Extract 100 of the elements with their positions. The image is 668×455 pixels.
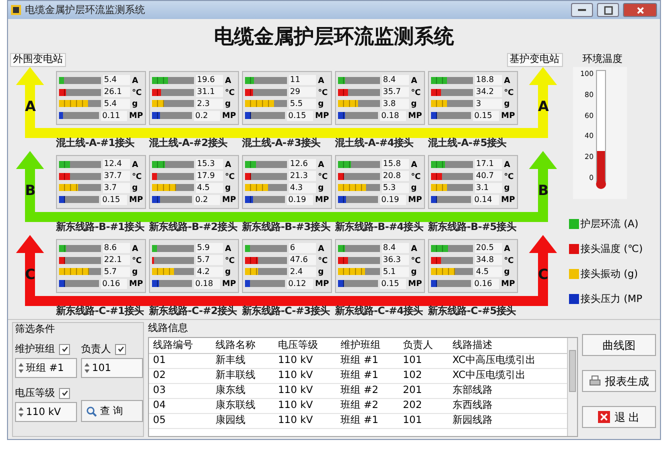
reading-unit: ℃ [225,88,235,97]
reading-unit: MP [501,195,515,204]
checkbox[interactable] [59,388,70,398]
joint-label: 新东线路-C-#1接头 [56,306,145,318]
reading-unit: g [318,183,324,192]
reading-unit: A [318,244,324,253]
reading-value: 22.1 [103,255,130,266]
table-cell: 110 kV [274,368,336,384]
phase-letter: C [538,267,548,283]
reading-value: 0.15 [380,278,406,289]
table-cell: 110 kV [274,384,336,398]
table-cell: 班组 #2 [336,384,399,398]
reading-value: 11 [289,75,316,86]
reading-unit: ℃ [411,256,421,265]
reading-value: 26.1 [103,87,130,98]
reading-unit: g [318,267,324,276]
reading-unit: A [411,76,418,85]
legend-label: 护层环流 (A) [580,218,638,231]
printer-icon [589,375,601,387]
action-button[interactable]: 报表生成 [582,370,656,392]
joint-label: 新东线路-B-#4接头 [335,222,424,234]
legend-label: 接头振动 (g) [580,268,638,281]
spinner-field[interactable]: 班组 #1 [15,358,77,378]
reading-value: 18.8 [475,75,502,86]
table-cell: 110 kV [274,414,336,428]
reading-value: 4.3 [289,182,316,193]
window-title: 电缆金属护层环流监测系统 [25,4,145,17]
reading-value: 0.12 [287,278,314,289]
reading-unit: A [225,76,232,85]
reading-unit: g [504,99,510,108]
minimize-icon [578,9,586,11]
action-button[interactable]: 曲线图 [582,334,656,356]
reading-value: 17.1 [475,159,502,170]
reading-unit: ℃ [225,172,235,181]
reading-unit: ℃ [318,256,328,265]
reading-unit: A [318,76,324,85]
reading-value: 0.18 [380,110,406,121]
reading-value: 5.7 [103,266,130,277]
reading-value: 5.4 [103,98,130,109]
reading-unit: A [318,160,324,169]
reading-value: 12.4 [103,159,130,170]
field-label: 电压等级 [15,386,55,400]
reading-value: 0.2 [194,110,220,121]
reading-unit: MP [222,279,236,288]
reading-value: 17.9 [196,171,223,182]
table-cell: 202 [398,398,448,414]
column-header: 线路编号 [149,338,212,354]
reading-value: 0.19 [287,194,314,205]
checkbox[interactable] [59,344,70,354]
reading-unit: ℃ [411,88,421,97]
joint-label: 新东线路-B-#5接头 [428,222,518,234]
reading-unit: MP [129,279,143,288]
reading-value: 29 [289,87,316,98]
joint-label: 新东线路-B-#3接头 [242,222,332,234]
app-title: 电缆金属护层环流监测系统 [214,22,454,50]
app-icon [11,5,21,15]
table-cell: 班组 #1 [336,354,399,368]
reading-value: 0.14 [473,194,500,205]
station-label: 外围变电站 [10,53,66,67]
table-cell: 班组 #1 [336,414,399,428]
panel-title: 线路信息 [148,322,189,335]
reading-unit: g [132,99,138,108]
spinner-field[interactable]: 101 [81,358,143,378]
reading-value: 31.1 [196,87,223,98]
reading-value: 36.3 [382,255,409,266]
reading-unit: ℃ [132,256,142,265]
reading-unit: A [132,76,138,85]
search-button[interactable]: 查 询 [81,400,143,422]
minimize-button[interactable] [571,3,593,17]
reading-unit: MP [315,279,329,288]
reading-value: 8.4 [382,75,409,86]
reading-unit: g [411,267,417,276]
close-button[interactable] [623,3,657,17]
scrollbar[interactable] [567,338,577,436]
reading-unit: ℃ [225,256,235,265]
reading-value: 0.15 [473,110,500,121]
reading-unit: A [504,76,510,85]
reading-value: 12.6 [289,159,316,170]
reading-value: 5.3 [382,182,409,193]
reading-value: 6 [289,243,316,254]
maximize-button[interactable] [597,3,619,17]
table-cell: 班组 #1 [336,368,399,384]
spinner-field[interactable]: 110 kV [15,402,77,422]
table-cell: 101 [398,354,448,368]
reading-unit: MP [315,111,329,120]
reading-value: 0.19 [380,194,406,205]
search-icon [86,406,97,416]
joint-label: 混土线-A-#4接头 [335,138,414,150]
reading-unit: g [225,99,231,108]
reading-unit: MP [315,195,329,204]
reading-value: 0.11 [101,110,128,121]
reading-value: 3.8 [382,98,409,109]
reading-unit: MP [408,195,422,204]
table-cell: 201 [398,384,448,398]
reading-unit: A [411,160,418,169]
action-button[interactable]: 退 出 [582,406,656,428]
spinner-arrows-icon [84,362,90,374]
maximize-icon [604,6,612,14]
checkbox[interactable] [115,344,126,354]
reading-value: 8.6 [103,243,130,254]
